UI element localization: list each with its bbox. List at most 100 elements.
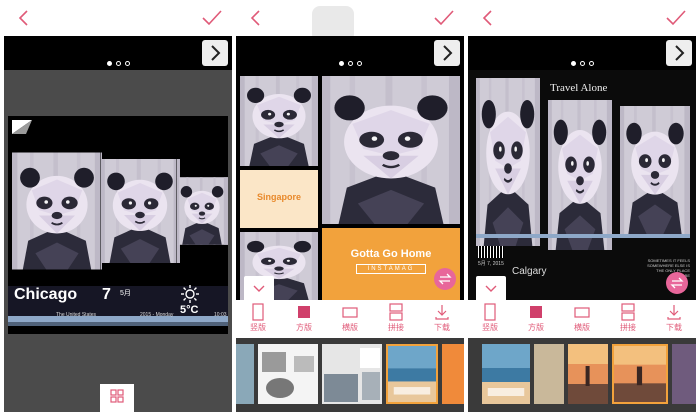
swap-icon — [438, 273, 452, 285]
tool-label: 下载 — [666, 323, 682, 332]
panda-photo — [322, 76, 460, 224]
template-thumbnail[interactable] — [568, 344, 608, 404]
top-bar — [4, 0, 232, 36]
panda-photo — [620, 106, 690, 234]
instamag-label: INSTAMAG — [356, 264, 426, 274]
template-thumbnail[interactable] — [442, 344, 464, 404]
download-icon — [435, 305, 449, 320]
tool-label: 拼接 — [388, 323, 404, 332]
confirm-check-icon[interactable] — [200, 8, 224, 28]
chicago-photo-card[interactable]: Chicago 7 5月 The United States 2015 - Mo… — [8, 116, 228, 334]
collage-canvas: Singapore Gotta Go Home INSTAMAG — [236, 70, 464, 300]
top-bar — [468, 0, 696, 36]
panda-photo — [548, 100, 612, 250]
tool-download[interactable]: 下载 — [422, 300, 462, 338]
tool-label: 拼接 — [620, 323, 636, 332]
layout-toolbar: 竖版 方版 横版 拼接 下载 — [468, 300, 696, 338]
next-template-button[interactable] — [202, 40, 228, 66]
template-thumbnail[interactable] — [534, 344, 564, 404]
template-thumbnail-selected[interactable] — [612, 344, 668, 404]
tool-landscape[interactable]: 横版 — [562, 300, 602, 338]
tool-label: 方版 — [296, 323, 312, 332]
square-icon — [298, 306, 310, 318]
grid-icon — [110, 389, 124, 403]
chevron-right-icon — [443, 45, 453, 61]
singapore-card[interactable]: Singapore — [240, 170, 318, 228]
grid-layout-button[interactable] — [100, 384, 134, 412]
confirm-check-icon[interactable] — [432, 8, 456, 28]
template-thumbnail-selected[interactable] — [386, 344, 438, 404]
top-bar — [236, 0, 464, 42]
thumbnail-image — [388, 346, 436, 402]
barcode-decoration — [478, 246, 504, 258]
travel-date: 5月 7, 2015 — [478, 261, 504, 267]
template-thumbnail[interactable] — [482, 344, 530, 404]
tool-download[interactable]: 下载 — [654, 300, 694, 338]
thumbnail-image — [482, 344, 530, 404]
back-arrow-icon[interactable] — [246, 8, 266, 28]
collapse-panel-button[interactable] — [244, 276, 274, 300]
page-indicator — [236, 61, 464, 66]
date-line-label: 2015 - Monday — [140, 312, 174, 318]
travel-photo-center[interactable] — [548, 100, 612, 250]
template-pager-bar — [236, 36, 464, 70]
collage-photo-top-right[interactable] — [322, 76, 460, 224]
tool-label: 竖版 — [250, 323, 266, 332]
panda-photo — [476, 78, 540, 246]
travel-city: Calgary — [512, 266, 547, 277]
stripe-band — [476, 234, 690, 238]
splice-icon — [621, 303, 635, 321]
layout-toolbar: 竖版 方版 横版 拼接 下载 — [236, 300, 464, 338]
template-thumbnail[interactable] — [236, 344, 254, 404]
download-icon — [667, 305, 681, 320]
back-arrow-icon[interactable] — [478, 8, 498, 28]
travel-title: Travel Alone — [550, 82, 608, 94]
swap-photos-button[interactable] — [666, 272, 688, 294]
portrait-icon — [484, 303, 496, 321]
collage-photo-top-left[interactable] — [240, 76, 318, 166]
tool-square[interactable]: 方版 — [284, 300, 324, 338]
tool-label: 竖版 — [482, 323, 498, 332]
collapse-panel-button[interactable] — [476, 276, 506, 300]
country-label: The United States — [56, 312, 97, 318]
landscape-icon — [574, 307, 590, 318]
tool-splice[interactable]: 拼接 — [608, 300, 648, 338]
day-label: 7 — [102, 286, 111, 303]
tool-splice[interactable]: 拼接 — [376, 300, 416, 338]
travel-canvas: Travel Alone 5月 7, 2015 Calgary SOMETIME… — [468, 70, 696, 300]
city-label: Chicago — [14, 286, 78, 303]
tool-label: 方版 — [528, 323, 544, 332]
tool-landscape[interactable]: 横版 — [330, 300, 370, 338]
travel-photo-right[interactable] — [620, 106, 690, 234]
thumbnail-image — [568, 344, 608, 404]
tool-portrait[interactable]: 竖版 — [470, 300, 510, 338]
month-label: 5月 — [120, 290, 131, 297]
swap-photos-button[interactable] — [434, 268, 456, 290]
tool-square[interactable]: 方版 — [516, 300, 556, 338]
template-thumbnail-strip — [236, 338, 464, 412]
singapore-label: Singapore — [256, 192, 301, 202]
page-indicator — [468, 61, 696, 66]
next-template-button[interactable] — [666, 40, 692, 66]
template-pager-bar — [468, 36, 696, 70]
page-indicator — [4, 61, 232, 66]
next-template-button[interactable] — [434, 40, 460, 66]
chevron-right-icon — [675, 45, 685, 61]
square-icon — [530, 306, 542, 318]
panda-photo — [240, 76, 318, 166]
chevron-down-icon — [253, 285, 265, 292]
chevron-down-icon — [485, 285, 497, 292]
back-arrow-icon[interactable] — [14, 8, 34, 28]
template-thumbnail[interactable] — [322, 344, 382, 404]
thumbnail-image — [258, 344, 318, 404]
tool-portrait[interactable]: 竖版 — [238, 300, 278, 338]
template-thumbnail[interactable] — [672, 344, 696, 404]
travel-photo-left[interactable] — [476, 78, 540, 246]
template-pager-bar — [4, 36, 232, 70]
template-thumbnail-strip — [468, 338, 696, 412]
confirm-check-icon[interactable] — [664, 8, 688, 28]
chevron-right-icon — [211, 45, 221, 61]
template-thumbnail[interactable] — [258, 344, 318, 404]
thumbnail-image — [614, 346, 666, 402]
tool-label: 下载 — [434, 323, 450, 332]
